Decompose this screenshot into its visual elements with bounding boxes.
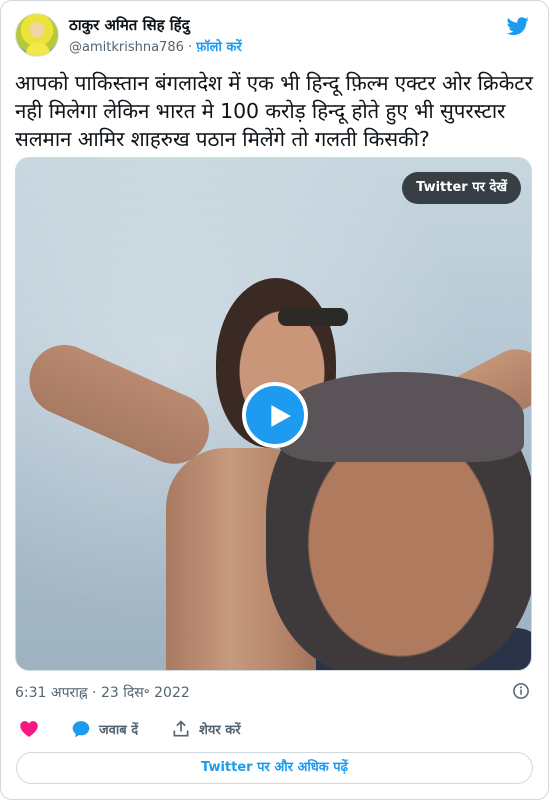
reply-label: जवाब दें: [99, 723, 139, 738]
video-thumbnail-sunglasses: [278, 308, 348, 326]
tweet-text: आपको पाकिस्तान बंगलादेश में एक भी हिन्दू…: [15, 71, 533, 151]
tweet-card: ठाकुर अमित सिह हिंदु @amitkrishna786 · फ…: [0, 0, 549, 800]
heart-icon: [20, 721, 38, 737]
tweet-timestamp[interactable]: 6:31 अपराह्न · 23 दिस॰ 2022: [15, 683, 190, 702]
play-icon: [271, 405, 291, 427]
video-media[interactable]: Twitter पर देखें: [15, 157, 532, 671]
share-label: शेयर करें: [199, 723, 241, 738]
read-more-button[interactable]: Twitter पर और अधिक पढ़ें: [16, 752, 533, 784]
inset-person-hair: [278, 372, 524, 462]
handle-line: @amitkrishna786 · फ़ॉलो करें: [69, 37, 242, 55]
play-button[interactable]: [242, 382, 308, 448]
twitter-bird-icon[interactable]: [506, 15, 530, 37]
view-on-twitter-button[interactable]: Twitter पर देखें: [402, 172, 521, 204]
share-button[interactable]: शेयर करें: [171, 719, 271, 739]
display-name[interactable]: ठाकुर अमित सिह हिंदु: [69, 15, 190, 35]
avatar[interactable]: [15, 13, 59, 57]
separator: ·: [183, 40, 197, 55]
reply-bubble-icon: [72, 721, 90, 738]
handle[interactable]: @amitkrishna786: [69, 40, 184, 55]
tweet-header: ठाकुर अमित सिह हिंदु @amitkrishna786 · फ…: [15, 11, 534, 59]
share-upload-icon: [173, 720, 189, 737]
reply-button[interactable]: जवाब दें: [71, 719, 161, 739]
tweet-actions: जवाब दें शेयर करें: [15, 713, 534, 743]
follow-button[interactable]: फ़ॉलो करें: [196, 40, 241, 55]
info-icon[interactable]: [512, 682, 530, 700]
